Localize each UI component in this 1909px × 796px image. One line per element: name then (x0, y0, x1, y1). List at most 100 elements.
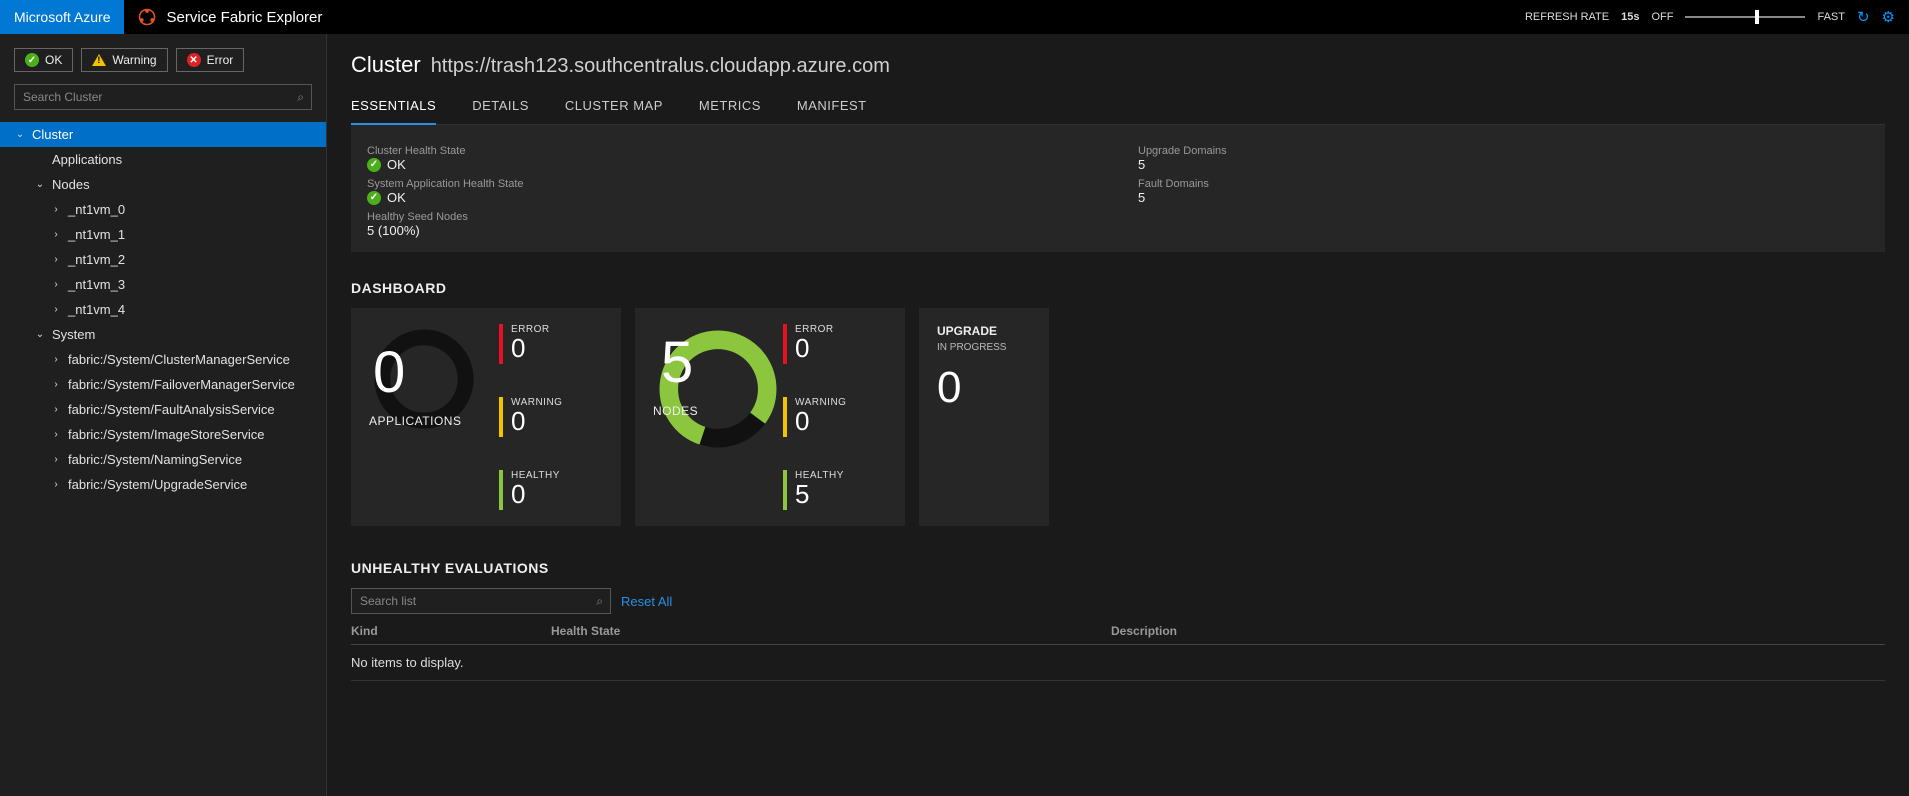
tab-details[interactable]: DETAILS (472, 92, 529, 124)
fault-domains-label: Fault Domains (1138, 178, 1869, 190)
search-icon: ⌕ (596, 594, 603, 609)
chevron-icon: ⌄ (34, 179, 46, 190)
chevron-icon: › (50, 279, 62, 290)
tree-system-service-2[interactable]: › fabric:/System/FaultAnalysisService (0, 397, 326, 422)
chevron-icon: › (50, 229, 62, 240)
tree-item-label: System (52, 327, 95, 342)
chevron-icon: › (50, 304, 62, 315)
cluster-health-state-label: Cluster Health State (367, 145, 1098, 157)
applications-label: APPLICATIONS (369, 414, 479, 428)
nodes-healthy-count: 5 (795, 481, 844, 507)
tree-node-0[interactable]: ›_nt1vm_0 (0, 197, 326, 222)
applications-count: 0 (373, 344, 483, 402)
topbar: Microsoft Azure Service Fabric Explorer … (0, 0, 1909, 34)
tree-node-3[interactable]: › _nt1vm_3 (0, 272, 326, 297)
azure-brand[interactable]: Microsoft Azure (0, 0, 124, 34)
filter-ok-button[interactable]: ✓OK (14, 48, 73, 72)
app-brand: Service Fabric Explorer (124, 8, 336, 26)
search-icon: ⌕ (297, 90, 304, 105)
nodes-error-count: 0 (795, 335, 834, 361)
col-description[interactable]: Description (1111, 624, 1885, 638)
healthy-seed-nodes-value: 5 (100%) (367, 223, 1098, 238)
tree-applications[interactable]: Applications (0, 147, 326, 172)
tree: ⌄ClusterApplications⌄Nodes›_nt1vm_0›_nt1… (0, 120, 326, 497)
nodes-label: NODES (653, 404, 763, 418)
tab-essentials[interactable]: ESSENTIALS (351, 92, 436, 125)
upgrade-domains-label: Upgrade Domains (1138, 145, 1869, 157)
applications-error-count: 0 (511, 335, 550, 361)
chevron-icon: › (50, 354, 62, 365)
tab-manifest[interactable]: MANIFEST (797, 92, 867, 124)
tree-item-label: Applications (52, 152, 122, 167)
filter-error-button[interactable]: ✕Error (176, 48, 245, 72)
content: Cluster https://trash123.southcentralus.… (327, 34, 1909, 796)
filter-warning-button[interactable]: Warning (81, 48, 167, 72)
sys-app-health-state-label: System Application Health State (367, 178, 1098, 190)
upgrade-label: UPGRADE (937, 324, 1031, 338)
essentials-panel: Cluster Health State ✓ OK System Applicat… (351, 125, 1885, 252)
search-cluster-input[interactable] (14, 84, 312, 110)
refresh-icon[interactable]: ↻ (1857, 8, 1870, 26)
tree-system-service-1[interactable]: › fabric:/System/FailoverManagerService (0, 372, 326, 397)
ok-icon: ✓ (367, 158, 381, 172)
app-brand-label: Service Fabric Explorer (166, 9, 322, 26)
chevron-icon: ⌄ (34, 329, 46, 340)
tabs: ESSENTIALS DETAILS CLUSTER MAP METRICS MANIF… (351, 92, 1885, 125)
search-list-input[interactable] (351, 588, 611, 614)
slider-fast-label: FAST (1817, 11, 1845, 23)
tree-item-label: fabric:/System/FaultAnalysisService (68, 402, 275, 417)
col-kind[interactable]: Kind (351, 624, 551, 638)
refresh-rate-value: 15s (1621, 11, 1639, 23)
tab-metrics[interactable]: METRICS (699, 92, 761, 124)
tree-item-label: fabric:/System/UpgradeService (68, 477, 247, 492)
chevron-icon: › (50, 254, 62, 265)
tree-item-label: fabric:/System/NamingService (68, 452, 242, 467)
col-health-state[interactable]: Health State (551, 624, 1111, 638)
refresh-rate-label: REFRESH RATE (1525, 11, 1609, 23)
nodes-warning-count: 0 (795, 408, 846, 434)
tree-item-label: fabric:/System/FailoverManagerService (68, 377, 295, 392)
tree-item-label: fabric:/System/ImageStoreService (68, 427, 265, 442)
tree-item-label: _nt1vm_2 (68, 252, 125, 267)
tree-system-service-0[interactable]: › fabric:/System/ClusterManagerService (0, 347, 326, 372)
tree-system-service-3[interactable]: › fabric:/System/ImageStoreService (0, 422, 326, 447)
sidebar: ✓OK Warning ✕Error ⌕ ⌄ Cluster Application… (0, 34, 327, 796)
slider-off-label: OFF (1651, 11, 1673, 23)
applications-card[interactable]: 0 APPLICATIONS ERROR0 WARNING0 HEALTHY0 (351, 308, 621, 526)
chevron-icon: › (50, 204, 62, 215)
tree-item-label: _nt1vm_4 (68, 302, 125, 317)
nodes-card[interactable]: 5 NODES ERROR0 WARNING0 HEALTHY5 (635, 308, 905, 526)
tree-node-2[interactable]: › _nt1vm_2 (0, 247, 326, 272)
tree-cluster[interactable]: ⌄ Cluster (0, 122, 326, 147)
healthy-seed-nodes-label: Healthy Seed Nodes (367, 211, 1098, 223)
tree-node-4[interactable]: › _nt1vm_4 (0, 297, 326, 322)
chevron-icon: ⌄ (14, 129, 26, 140)
chevron-icon: › (50, 479, 62, 490)
applications-warning-count: 0 (511, 408, 562, 434)
gear-icon[interactable]: ⚙ (1882, 8, 1895, 26)
page-title: Cluster (351, 52, 421, 78)
refresh-rate-slider[interactable] (1685, 16, 1805, 18)
upgrade-count: 0 (937, 363, 1031, 413)
tree-system-service-4[interactable]: › fabric:/System/NamingService (0, 447, 326, 472)
applications-healthy-count: 0 (511, 481, 560, 507)
tree-item-label: Cluster (32, 127, 73, 142)
upgrade-card[interactable]: UPGRADE IN PROGRESS 0 (919, 308, 1049, 526)
chevron-icon: › (50, 454, 62, 465)
cluster-health-state-value: OK (387, 157, 406, 172)
reset-all-link[interactable]: Reset All (621, 594, 672, 609)
tree-node-1[interactable]: ›_nt1vm_1 (0, 222, 326, 247)
upgrade-domains-value: 5 (1138, 157, 1869, 172)
fault-domains-value: 5 (1138, 190, 1869, 205)
tree-item-label: _nt1vm_3 (68, 277, 125, 292)
tree-system-service-5[interactable]: › fabric:/System/UpgradeService (0, 472, 326, 497)
chevron-icon: › (50, 379, 62, 390)
tab-cluster-map[interactable]: CLUSTER MAP (565, 92, 663, 124)
nodes-count: 5 (661, 334, 771, 392)
tree-nodes[interactable]: ⌄Nodes (0, 172, 326, 197)
tree-system[interactable]: ⌄ System (0, 322, 326, 347)
unhealthy-evals-title: UNHEALTHY EVALUATIONS (351, 560, 1885, 576)
chevron-icon: › (50, 404, 62, 415)
chevron-icon: › (50, 429, 62, 440)
tree-item-label: fabric:/System/ClusterManagerService (68, 352, 290, 367)
